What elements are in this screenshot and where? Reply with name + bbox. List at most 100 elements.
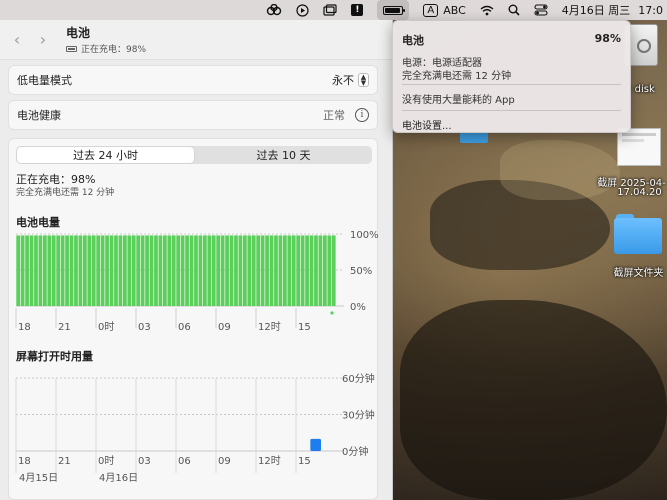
battery-bar — [238, 235, 243, 306]
wifi-icon[interactable] — [480, 0, 494, 20]
battery-bar — [91, 235, 96, 306]
battery-level-chart-title: 电池电量 — [16, 216, 60, 229]
y-tick-label: 0分钟 — [342, 445, 368, 458]
y-tick-label: 0% — [350, 302, 366, 313]
battery-settings-menu-item[interactable]: 电池设置... — [402, 117, 452, 132]
battery-bar — [16, 235, 21, 306]
battery-bar — [127, 235, 132, 306]
battery-bar — [60, 235, 65, 306]
battery-bar — [198, 235, 203, 306]
x-tick-label: 15 — [298, 322, 311, 333]
battery-bar — [331, 235, 336, 306]
charging-indicator-dot — [330, 311, 334, 315]
x-tick-label: 09 — [218, 322, 231, 333]
battery-bar — [109, 235, 114, 306]
battery-bar — [260, 235, 265, 306]
info-icon[interactable]: i — [355, 108, 369, 122]
battery-bar — [78, 235, 83, 306]
page-subtitle: 正在充电：98% — [66, 42, 146, 55]
battery-bar — [82, 235, 87, 306]
forward-chevron-icon[interactable]: › — [34, 30, 52, 49]
wallpaper-ridge — [500, 140, 620, 200]
date-label: 4月16日 — [99, 472, 138, 484]
battery-bar — [51, 235, 56, 306]
battery-bar — [20, 235, 25, 306]
battery-bar — [305, 235, 309, 306]
battery-bar — [154, 235, 158, 306]
low-power-select[interactable]: 永不 ▲ ▼ — [332, 72, 369, 88]
battery-health-label: 电池健康 — [17, 109, 61, 122]
time-range-segmented-control: 过去 24 小时 过去 10 天 — [16, 146, 372, 164]
battery-bar — [96, 235, 101, 306]
folder-icon[interactable] — [614, 214, 662, 254]
control-center-icon[interactable] — [534, 0, 548, 20]
charge-time-remaining: 完全充满电还需 12 分钟 — [16, 188, 115, 198]
play-circle-icon[interactable] — [296, 0, 309, 20]
battery-bar — [34, 235, 38, 306]
battery-bar — [309, 235, 314, 306]
battery-bar — [145, 235, 149, 306]
battery-bar — [314, 235, 318, 306]
screenshot-file-icon[interactable] — [617, 128, 661, 166]
input-method-a-icon[interactable]: A — [423, 0, 439, 20]
x-tick-label: 0时 — [98, 455, 114, 467]
folder-label: 截屏文件夹 — [613, 268, 664, 279]
battery-settings-window: ‹ › 电池 正在充电：98% 低电量模式 永不 ▲ ▼ 电池健康 正常 i 过去… — [0, 20, 393, 500]
battery-bar — [300, 235, 305, 306]
divider — [402, 84, 621, 85]
battery-bar — [216, 235, 221, 306]
input-method-label[interactable]: ABC — [443, 0, 466, 20]
battery-bar — [296, 235, 301, 306]
battery-bar — [189, 235, 194, 306]
battery-health-row: 电池健康 正常 i — [8, 100, 378, 130]
battery-bar — [167, 235, 172, 306]
low-power-row: 低电量模式 永不 ▲ ▼ — [8, 65, 378, 95]
battery-bar — [118, 235, 123, 306]
link-rings-icon[interactable] — [266, 0, 282, 20]
battery-bar — [158, 235, 163, 306]
usage-panel: 过去 24 小时 过去 10 天 正在充电：98% 完全充满电还需 12 分钟 … — [8, 138, 379, 500]
battery-bar — [38, 235, 43, 306]
screenshot-label-2: 17.04.20 — [617, 187, 662, 198]
back-chevron-icon[interactable]: ‹ — [8, 30, 26, 49]
x-tick-label: 09 — [218, 456, 231, 467]
battery-bar — [322, 235, 327, 306]
menu-bar: ! A ABC 4月16日 周三 17:0 — [0, 0, 667, 20]
dropdown-header: 电池 98% — [402, 32, 621, 48]
x-tick-label: 0时 — [98, 321, 114, 333]
x-tick-label: 12时 — [258, 455, 281, 467]
x-tick-label: 18 — [18, 322, 31, 333]
battery-bar — [180, 235, 185, 306]
full-charge-text: 完全充满电还需 12 分钟 — [402, 71, 512, 82]
battery-health-value: 正常 — [323, 109, 345, 122]
subtitle-text: 正在充电：98% — [81, 45, 147, 55]
battery-charging-icon[interactable] — [377, 0, 410, 20]
search-icon[interactable] — [508, 0, 520, 20]
divider — [402, 110, 621, 111]
x-tick-label: 03 — [138, 456, 151, 467]
battery-bar — [247, 235, 252, 306]
wallpaper-cliff — [400, 300, 667, 500]
battery-bar — [185, 235, 189, 306]
battery-bar — [69, 235, 74, 306]
tab-last-10-days[interactable]: 过去 10 天 — [195, 146, 372, 164]
battery-bar — [47, 235, 52, 306]
menubar-date[interactable]: 4月16日 周三 — [562, 0, 631, 20]
x-tick-label: 06 — [178, 322, 191, 333]
y-tick-label: 100% — [350, 230, 379, 241]
menubar-time[interactable]: 17:0 — [638, 0, 663, 20]
date-label: 4月15日 — [19, 472, 58, 484]
window-stack-icon[interactable] — [323, 0, 337, 20]
battery-bar — [56, 235, 61, 306]
dropdown-percent: 98% — [594, 32, 621, 45]
battery-bar — [242, 235, 247, 306]
battery-level-chart: 100% 50% 0% 18 21 0时 03 06 09 12时 15 — [15, 230, 379, 333]
tab-last-24-hours[interactable]: 过去 24 小时 — [17, 147, 194, 163]
battery-bar — [65, 235, 69, 306]
battery-bar — [220, 235, 225, 306]
battery-bar — [225, 235, 229, 306]
battery-bar — [274, 235, 278, 306]
battery-bar — [122, 235, 127, 306]
warning-icon[interactable]: ! — [351, 0, 364, 20]
y-tick-label: 50% — [350, 266, 372, 277]
